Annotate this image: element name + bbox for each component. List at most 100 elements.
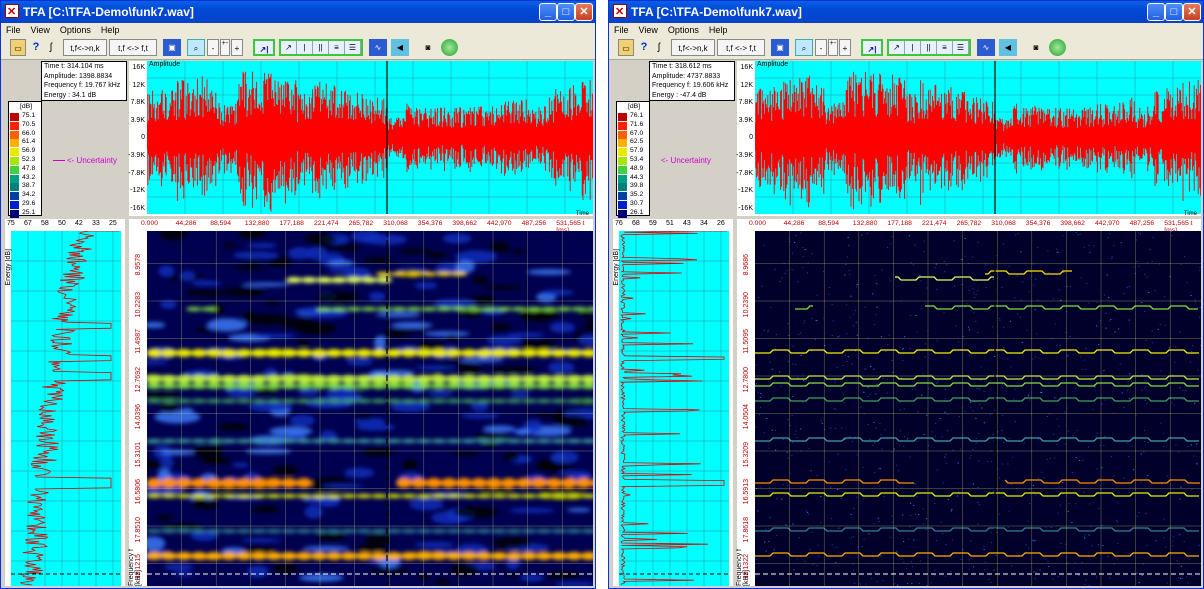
waveform-view-icon[interactable]: ∿ [977, 39, 995, 56]
minimize-icon[interactable]: _ [1147, 3, 1165, 21]
close-icon[interactable]: ✕ [1183, 3, 1201, 21]
amplitude-tick: -3.9K [128, 152, 145, 159]
spectrogram-plot[interactable] [755, 231, 1201, 586]
camera-icon[interactable]: ◙ [1029, 39, 1043, 56]
maximize-icon[interactable]: □ [557, 3, 575, 21]
legend-value: 39.8 [630, 182, 644, 190]
speaker-icon[interactable]: ◀ [391, 39, 409, 56]
time-axis-label: Time [1183, 211, 1197, 217]
tf-ft-button[interactable]: t,f <-> f,t [109, 39, 157, 56]
spectrogram-panel[interactable]: 0.000 44,286 88,594 132,880 177,188 221,474 26… [736, 219, 1201, 586]
legend-value: 61.4 [22, 138, 36, 146]
legend-swatch [10, 192, 19, 201]
amplitude-tick: 12K [132, 81, 145, 89]
menu-view[interactable]: View [31, 25, 50, 35]
help-icon[interactable]: ? [638, 39, 650, 56]
display-mode-group: ↗ | || ≡ ☰ [279, 39, 363, 56]
mode-single-line-icon[interactable]: | [297, 41, 313, 54]
frequency-tick: 10.2283 [135, 291, 142, 317]
menu-bar: File View Options Help [1, 23, 595, 37]
help-icon[interactable]: ? [30, 39, 42, 56]
open-folder-icon[interactable]: ▭ [618, 39, 634, 56]
tf-nk-button[interactable]: t,f<->n,k [63, 39, 107, 56]
app-icon[interactable] [613, 1, 627, 23]
spectrum-view-icon[interactable]: ▣ [163, 39, 181, 56]
legend-swatch [10, 130, 19, 139]
title-bar[interactable]: TFA [C:\TFA-Demo\funk7.wav] _□✕ [1, 1, 595, 23]
speaker-icon[interactable]: ◀ [999, 39, 1017, 56]
tf-nk-button[interactable]: t,f<->n,k [671, 39, 715, 56]
legend-value: 62.5 [630, 138, 644, 146]
zoom-in-icon[interactable]: + [231, 39, 243, 56]
amplitude-panel[interactable]: 16K 12K 7.8K 3.9K 0 -3.9K -7.8K -12K -16K Amplitu… [736, 61, 1201, 217]
app-icon[interactable] [5, 1, 19, 23]
camera-icon[interactable]: ◙ [421, 39, 435, 56]
menu-file[interactable]: File [614, 25, 629, 35]
menu-view[interactable]: View [639, 25, 658, 35]
zoom-in-icon[interactable]: + [839, 39, 851, 56]
waveform-plot[interactable] [147, 61, 593, 214]
mode-single-line-icon[interactable]: | [905, 41, 921, 54]
waveform-plot[interactable] [755, 61, 1201, 214]
info-time: Time t: 318.612 ms [652, 63, 712, 70]
mode-arrow-icon[interactable]: ↗ [889, 41, 905, 54]
legend-value: 29.6 [22, 200, 36, 207]
energy-plot[interactable] [619, 231, 729, 586]
energy-tick: 50 [58, 220, 66, 227]
mode-triple-line-icon[interactable]: ≡ [937, 41, 953, 54]
time-tick: 265,782 [348, 220, 374, 227]
time-tick: 487,256 [1129, 220, 1155, 227]
cursor-tool-icon[interactable]: ↗| [861, 39, 883, 56]
globe-icon[interactable] [441, 39, 458, 56]
tf-ft-button[interactable]: t,f <-> f,t [717, 39, 765, 56]
title-bar[interactable]: TFA [C:\TFA-Demo\funk7.wav] _□✕ [609, 1, 1203, 23]
amplitude-tick: 16K [740, 64, 753, 71]
zoom-out-icon[interactable]: - [207, 39, 219, 56]
zoom-stepper-icon[interactable]: +- [828, 39, 838, 56]
mode-quad-line-icon[interactable]: ☰ [345, 41, 361, 54]
amplitude-tick: 3.9K [130, 116, 145, 124]
menu-options[interactable]: Options [60, 25, 91, 35]
amplitude-panel[interactable]: 16K 12K 7.8K 3.9K 0 -3.9K -7.8K -12K -16K Amplitu… [128, 61, 593, 217]
zoom-out-icon[interactable]: - [815, 39, 827, 56]
spectrogram-panel[interactable]: 0.000 44,286 88,594 132,880 177,188 221,474 26… [128, 219, 593, 586]
mode-arrow-icon[interactable]: ↗ [281, 41, 297, 54]
spectrogram-plot[interactable] [147, 231, 593, 586]
amplitude-title: Amplitude [757, 61, 789, 68]
cursor-tool-icon[interactable]: ↗| [253, 39, 275, 56]
menu-options[interactable]: Options [668, 25, 699, 35]
energy-panel[interactable]: 75 67 58 50 42 33 25 Energy [dB] [5, 219, 125, 586]
mode-double-line-icon[interactable]: || [921, 41, 937, 54]
energy-tick: 33 [92, 220, 100, 227]
amplitude-tick: 0 [749, 134, 753, 142]
menu-file[interactable]: File [6, 25, 21, 35]
db-color-legend: [dB] 76.1 71.6 67.0 62.5 57.9 53.4 48.9 44.3 39.8… [616, 101, 650, 218]
legend-value: 44.3 [630, 173, 644, 181]
mode-double-line-icon[interactable]: || [313, 41, 329, 54]
close-icon[interactable]: ✕ [575, 3, 593, 21]
menu-help[interactable]: Help [709, 25, 728, 35]
energy-axis-label: Energy [dB] [5, 249, 12, 286]
legend-value: 26.1 [630, 208, 644, 216]
context-help-icon[interactable]: ʃ [45, 39, 57, 56]
frequency-axis-label: Frequency f [kHz] [736, 549, 750, 586]
energy-tick: 43 [683, 220, 691, 227]
energy-plot[interactable] [11, 231, 121, 586]
waveform-view-icon[interactable]: ∿ [369, 39, 387, 56]
zoom-icon[interactable]: ⌕ [187, 39, 205, 56]
minimize-icon[interactable]: _ [539, 3, 557, 21]
time-tick: 132,880 [244, 220, 270, 227]
context-help-icon[interactable]: ʃ [653, 39, 665, 56]
energy-tick: 68 [632, 220, 640, 227]
zoom-icon[interactable]: ⌕ [795, 39, 813, 56]
toolbar: ▭? ʃ t,f<->n,k t,f <-> f,t ▣ ⌕ - +- + ↗| ↗ | || ≡ ☰ ∿ ◀ ◙ [1, 37, 595, 60]
zoom-stepper-icon[interactable]: +- [220, 39, 230, 56]
menu-help[interactable]: Help [101, 25, 120, 35]
energy-panel[interactable]: 76 68 59 51 43 34 26 Energy [dB] [613, 219, 733, 586]
maximize-icon[interactable]: □ [1165, 3, 1183, 21]
spectrum-view-icon[interactable]: ▣ [771, 39, 789, 56]
mode-triple-line-icon[interactable]: ≡ [329, 41, 345, 54]
globe-icon[interactable] [1049, 39, 1066, 56]
open-folder-icon[interactable]: ▭ [10, 39, 26, 56]
mode-quad-line-icon[interactable]: ☰ [953, 41, 969, 54]
